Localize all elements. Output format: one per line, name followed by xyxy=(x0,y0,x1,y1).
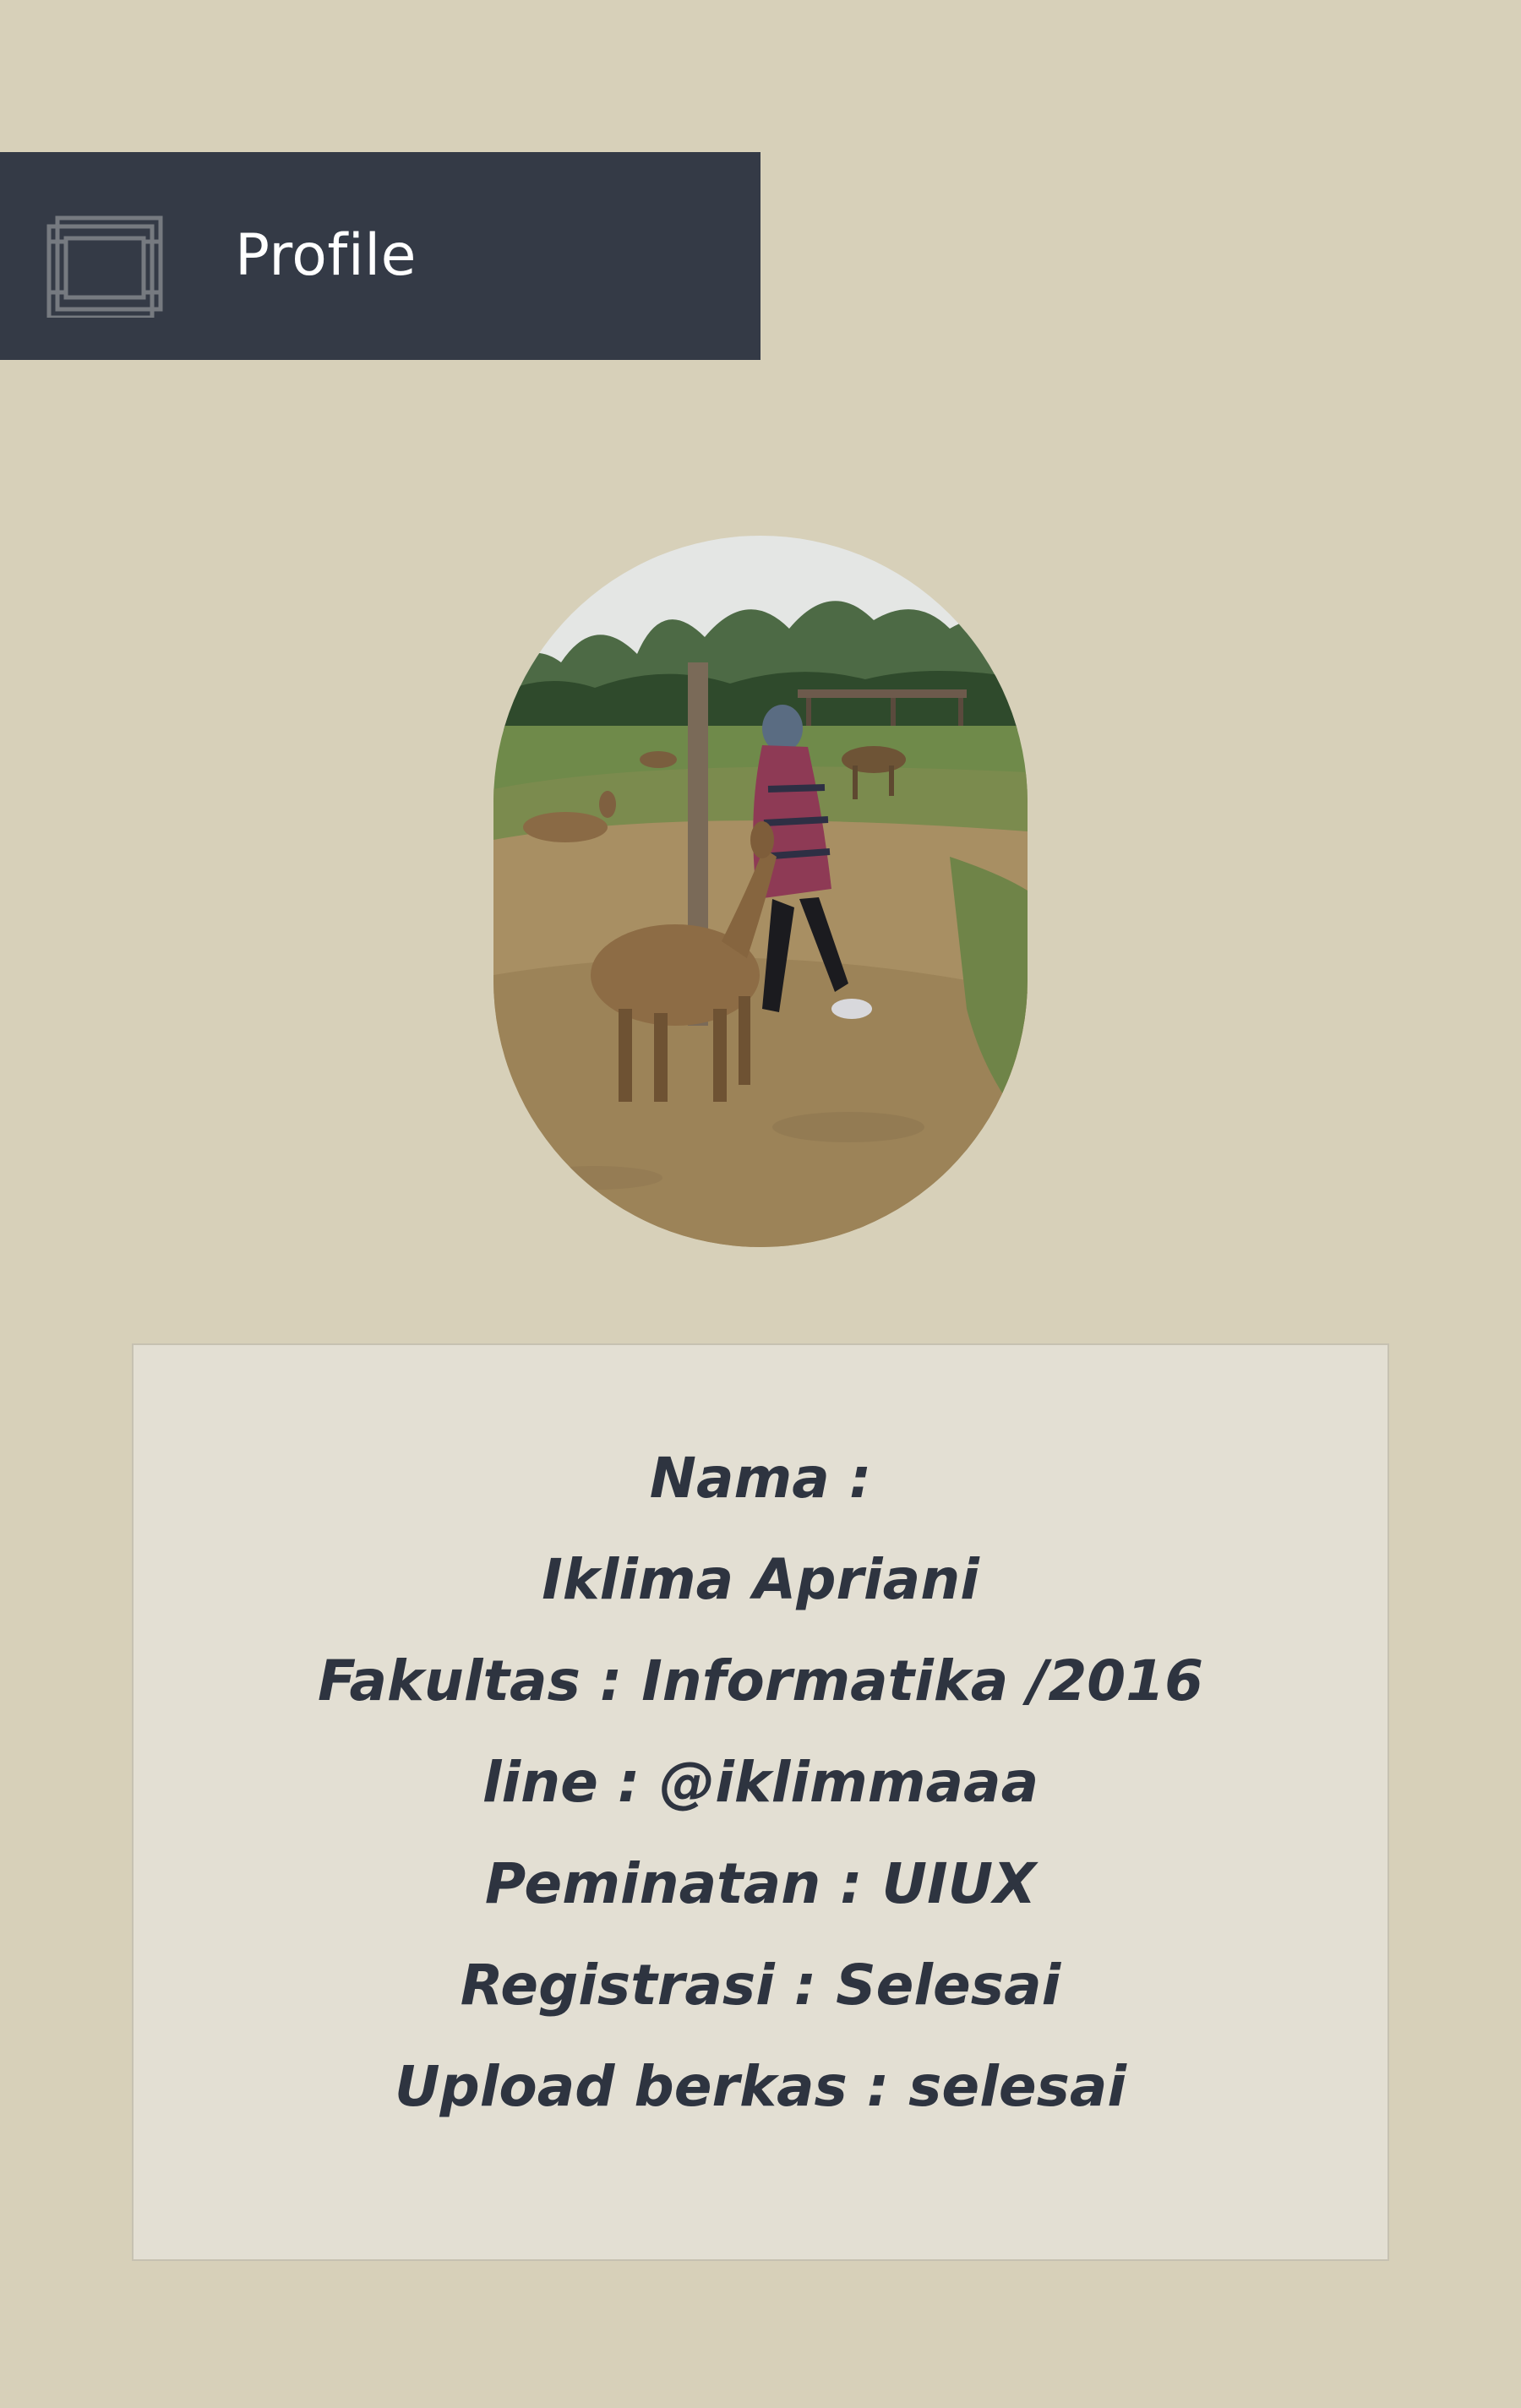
profile-info-card: Nama : Iklima Apriani Fakultas : Informa… xyxy=(132,1343,1389,2261)
faculty-info: Fakultas : Informatika /2016 xyxy=(317,1648,1204,1713)
registration-status: Registrasi : Selesai xyxy=(460,1953,1061,2018)
line-id-info: line : @iklimmaaa xyxy=(482,1750,1039,1815)
interest-info: Peminatan : UIUX xyxy=(484,1851,1037,1916)
profile-info-lines: Nama : Iklima Apriani Fakultas : Informa… xyxy=(134,1428,1387,2138)
profile-photo xyxy=(493,536,1028,1247)
upload-status: Upload berkas : selesai xyxy=(394,2054,1127,2119)
photo-frame-icon[interactable] xyxy=(46,215,164,320)
app-header: Profile xyxy=(0,152,760,360)
name-label: Nama : xyxy=(649,1446,872,1511)
name-value: Iklima Apriani xyxy=(542,1547,979,1612)
page-title: Profile xyxy=(235,222,417,289)
